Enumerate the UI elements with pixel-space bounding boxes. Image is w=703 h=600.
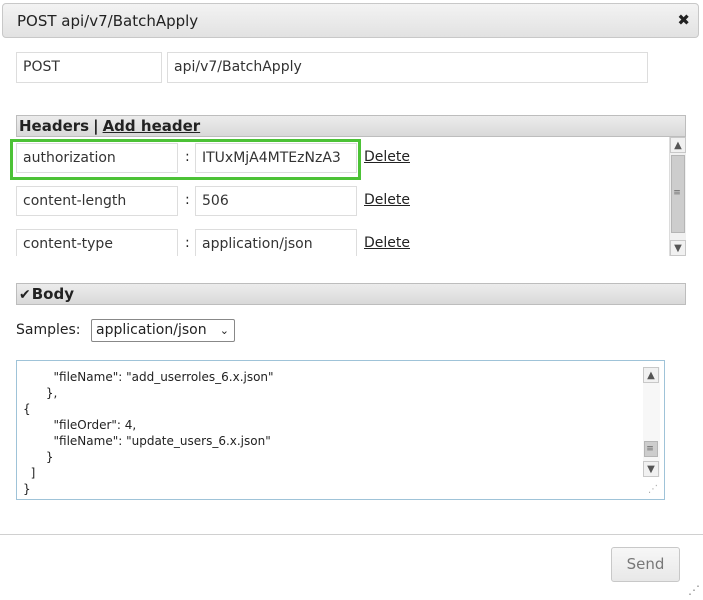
grip-icon: ≡ bbox=[673, 188, 681, 198]
send-button[interactable]: Send bbox=[611, 547, 680, 582]
body-title: Body bbox=[31, 285, 74, 303]
scroll-down-icon[interactable]: ▼ bbox=[643, 461, 659, 477]
delete-header-link[interactable]: Delete bbox=[364, 235, 410, 251]
header-row: content-type : application/json Delete bbox=[16, 229, 666, 256]
headers-section-bar: Headers | Add header bbox=[16, 115, 686, 137]
add-header-link[interactable]: Add header bbox=[103, 117, 201, 135]
header-colon: : bbox=[185, 149, 190, 165]
headers-list: authorization : ITUxMjA4MTEzNzA3 Delete … bbox=[16, 137, 686, 256]
body-checkbox-icon[interactable]: ✔ bbox=[19, 287, 31, 303]
header-row: authorization : ITUxMjA4MTEzNzA3 Delete bbox=[16, 143, 666, 173]
close-icon[interactable]: ✖ bbox=[677, 11, 690, 29]
dialog-resize-icon[interactable]: ⋰ bbox=[688, 583, 700, 597]
delete-header-link[interactable]: Delete bbox=[364, 149, 410, 165]
headers-title: Headers bbox=[19, 117, 90, 135]
header-value-field[interactable]: application/json bbox=[195, 229, 357, 256]
footer-divider bbox=[0, 534, 703, 535]
header-key-field[interactable]: content-length bbox=[16, 186, 178, 216]
delete-header-link[interactable]: Delete bbox=[364, 192, 410, 208]
scroll-up-icon[interactable]: ▲ bbox=[670, 137, 686, 153]
header-key-field[interactable]: authorization bbox=[16, 143, 178, 173]
header-colon: : bbox=[185, 192, 190, 208]
grip-icon: ≡ bbox=[646, 444, 654, 454]
body-textarea[interactable]: "fileName": "add_userroles_6.x.json" }, … bbox=[16, 360, 665, 500]
samples-selected-value: application/json bbox=[96, 322, 207, 338]
header-value-field[interactable]: 506 bbox=[195, 186, 357, 216]
headers-scrollbar[interactable]: ▲ ≡ ▼ bbox=[669, 137, 686, 256]
header-key-field[interactable]: content-type bbox=[16, 229, 178, 256]
scroll-up-icon[interactable]: ▲ bbox=[643, 367, 659, 383]
headers-separator: | bbox=[93, 117, 99, 135]
scroll-down-icon[interactable]: ▼ bbox=[670, 240, 686, 256]
body-scrollbar[interactable]: ▲ ≡ ▼ bbox=[643, 367, 660, 477]
url-field[interactable]: api/v7/BatchApply bbox=[167, 52, 648, 83]
dialog-titlebar: POST api/v7/BatchApply ✖ bbox=[2, 3, 699, 38]
samples-select[interactable]: application/json ⌄ bbox=[91, 319, 235, 342]
body-code: "fileName": "add_userroles_6.x.json" }, … bbox=[23, 370, 274, 496]
header-row: content-length : 506 Delete bbox=[16, 186, 666, 216]
samples-label: Samples: bbox=[16, 322, 81, 338]
body-section-bar: ✔Body bbox=[16, 283, 686, 305]
header-value-field[interactable]: ITUxMjA4MTEzNzA3 bbox=[195, 143, 357, 173]
header-colon: : bbox=[185, 235, 190, 251]
method-field[interactable]: POST bbox=[16, 52, 162, 83]
chevron-down-icon: ⌄ bbox=[219, 324, 229, 337]
resize-grip-icon[interactable]: ⋰ bbox=[648, 484, 658, 495]
dialog-title: POST api/v7/BatchApply bbox=[17, 12, 199, 30]
